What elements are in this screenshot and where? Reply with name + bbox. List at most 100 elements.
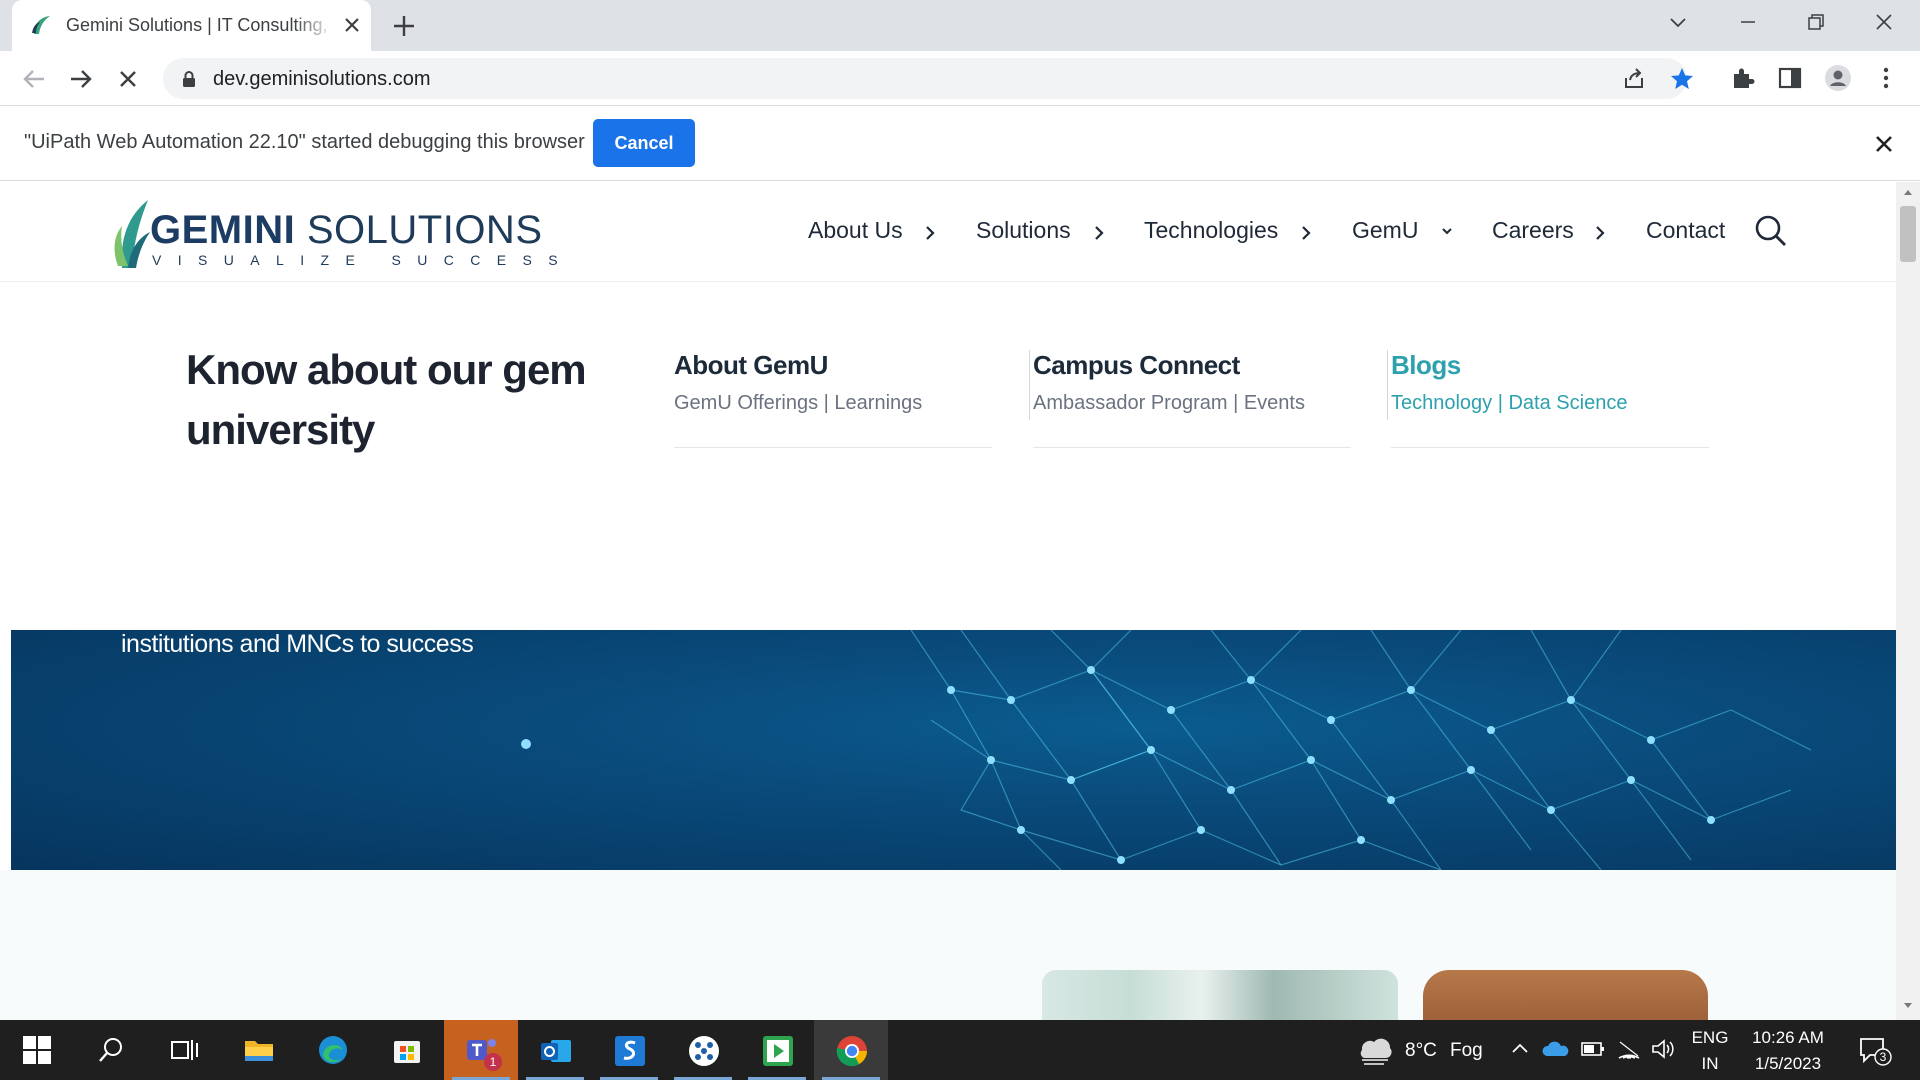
people-photo-image	[1423, 970, 1708, 1020]
close-window-button[interactable]	[1852, 0, 1916, 44]
network-globe-graphic	[521, 630, 1812, 870]
chevron-up-icon[interactable]	[1510, 1040, 1530, 1056]
outlook-button[interactable]	[518, 1020, 592, 1080]
uipath-assistant-icon	[689, 1036, 719, 1066]
site-header: GEMINI SOLUTIONS VISUALIZE SUCCESS About…	[0, 182, 1896, 282]
chevron-right-icon	[1596, 226, 1605, 240]
store-icon	[394, 1041, 420, 1063]
gemini-logo[interactable]: GEMINI SOLUTIONS VISUALIZE SUCCESS	[108, 194, 558, 270]
nav-careers[interactable]: Careers	[1492, 217, 1574, 244]
infobar-message: "UiPath Web Automation 22.10" started de…	[24, 131, 585, 153]
extensions-puzzle-icon[interactable]	[1729, 64, 1757, 92]
logo-wordmark: GEMINI SOLUTIONS	[150, 208, 543, 252]
mega-link-title: Campus Connect	[1033, 350, 1240, 380]
nav-contact[interactable]: Contact	[1646, 217, 1725, 244]
folder-icon	[245, 1041, 273, 1061]
volume-icon[interactable]	[1650, 1038, 1676, 1060]
nav-technologies[interactable]: Technologies	[1144, 217, 1278, 244]
stop-loading-icon[interactable]	[112, 63, 144, 95]
chevron-right-icon	[926, 226, 935, 240]
file-explorer-button[interactable]	[222, 1020, 296, 1080]
content-section	[0, 870, 1896, 1020]
clock-date: 1/5/2023	[1754, 1054, 1822, 1073]
task-view-button[interactable]	[148, 1020, 222, 1080]
browser-tab[interactable]: Gemini Solutions | IT Consulting, Outsou…	[12, 0, 371, 51]
cancel-debugging-button[interactable]: Cancel	[593, 119, 695, 167]
mega-link-campus-connect[interactable]: Campus Connect Ambassador Program | Even…	[1033, 350, 1351, 448]
column-divider	[1029, 350, 1030, 420]
taskbar-search-button[interactable]	[74, 1020, 148, 1080]
scroll-down-arrow-icon[interactable]	[1903, 1002, 1913, 1010]
hero-text: institutions and MNCs to success	[121, 630, 474, 658]
start-button[interactable]	[0, 1020, 74, 1080]
chevron-down-icon	[1670, 18, 1686, 28]
uipath-robot-icon	[763, 1036, 793, 1066]
star-bookmark-icon[interactable]	[1669, 66, 1695, 92]
chevron-right-icon	[1302, 226, 1311, 240]
close-infobar-icon[interactable]	[1871, 131, 1897, 157]
restore-icon	[1808, 14, 1824, 30]
mega-link-subtitle: Technology | Data Science	[1391, 392, 1628, 414]
edge-icon	[319, 1036, 347, 1064]
team-photo-image	[1042, 970, 1398, 1020]
windows-taskbar: 1 8°C Fog ENG IN 10:26 AM 1/5/2023 3	[0, 1020, 1920, 1080]
task-view-icon	[171, 1040, 198, 1060]
nav-gemu[interactable]: GemU	[1352, 217, 1418, 244]
menu-kebab-icon[interactable]	[1872, 64, 1900, 92]
url-text: dev.geminisolutions.com	[213, 68, 431, 90]
language-indicator[interactable]: ENG	[1690, 1028, 1730, 1048]
page-scrollbar[interactable]	[1896, 182, 1920, 1020]
weather-temperature: 8°C	[1405, 1040, 1437, 1061]
scroll-thumb[interactable]	[1900, 206, 1916, 262]
uipath-assistant-button[interactable]	[666, 1020, 740, 1080]
mega-link-subtitle: GemU Offerings | Learnings	[674, 392, 923, 414]
tab-strip: Gemini Solutions | IT Consulting, Outsou…	[0, 0, 1920, 51]
windows-logo-icon	[23, 1036, 51, 1064]
address-bar[interactable]: dev.geminisolutions.com	[163, 58, 1693, 99]
lock-icon[interactable]	[181, 70, 197, 88]
mega-menu-heading: Know about our gem university	[186, 346, 587, 453]
outlook-icon	[541, 1040, 571, 1062]
teams-button[interactable]: 1	[444, 1020, 518, 1080]
share-icon[interactable]	[1621, 66, 1647, 92]
chrome-icon	[836, 1036, 867, 1067]
tab-search-button[interactable]	[1646, 0, 1710, 44]
notification-count-badge: 3	[1879, 1050, 1887, 1064]
minimize-button[interactable]	[1716, 0, 1780, 44]
debugging-infobar: "UiPath Web Automation 22.10" started de…	[0, 106, 1920, 181]
chevron-down-icon	[1442, 228, 1452, 235]
logo-tagline: VISUALIZE SUCCESS	[152, 252, 574, 268]
battery-icon[interactable]	[1580, 1040, 1606, 1058]
scroll-up-arrow-icon[interactable]	[1903, 188, 1913, 196]
side-panel-icon[interactable]	[1776, 64, 1804, 92]
mega-link-blogs[interactable]: Blogs Technology | Data Science	[1391, 350, 1709, 448]
uipath-studio-button[interactable]	[592, 1020, 666, 1080]
nav-about-us[interactable]: About Us	[808, 217, 903, 244]
uipath-robot-button[interactable]	[740, 1020, 814, 1080]
edge-browser-button[interactable]	[296, 1020, 370, 1080]
page-viewport: GEMINI SOLUTIONS VISUALIZE SUCCESS About…	[0, 182, 1920, 1020]
weather-fog-icon[interactable]	[1354, 1032, 1394, 1066]
clock-time[interactable]: 10:26 AM	[1745, 1028, 1831, 1048]
teams-notification-badge: 1	[484, 1053, 502, 1071]
weather-description: Fog	[1450, 1040, 1483, 1061]
restore-button[interactable]	[1784, 0, 1848, 44]
search-icon[interactable]	[1754, 214, 1788, 248]
wifi-icon[interactable]	[1616, 1038, 1642, 1060]
back-arrow-icon[interactable]	[18, 63, 50, 95]
onedrive-cloud-icon[interactable]	[1542, 1040, 1570, 1058]
forward-arrow-icon[interactable]	[65, 63, 97, 95]
gemini-favicon-icon	[32, 16, 50, 34]
new-tab-icon[interactable]	[390, 12, 418, 40]
mega-link-title: Blogs	[1391, 350, 1461, 380]
close-tab-icon[interactable]	[340, 13, 364, 37]
nav-solutions[interactable]: Solutions	[976, 217, 1071, 244]
region-indicator: IN	[1701, 1054, 1719, 1073]
profile-avatar-icon[interactable]	[1824, 64, 1852, 92]
chrome-button[interactable]	[814, 1020, 888, 1080]
mega-link-about-gemu[interactable]: About GemU GemU Offerings | Learnings	[674, 350, 992, 448]
minimize-icon	[1741, 21, 1755, 23]
microsoft-store-button[interactable]	[370, 1020, 444, 1080]
column-divider	[1387, 350, 1388, 420]
tab-title: Gemini Solutions | IT Consulting, Outsou…	[66, 15, 334, 35]
